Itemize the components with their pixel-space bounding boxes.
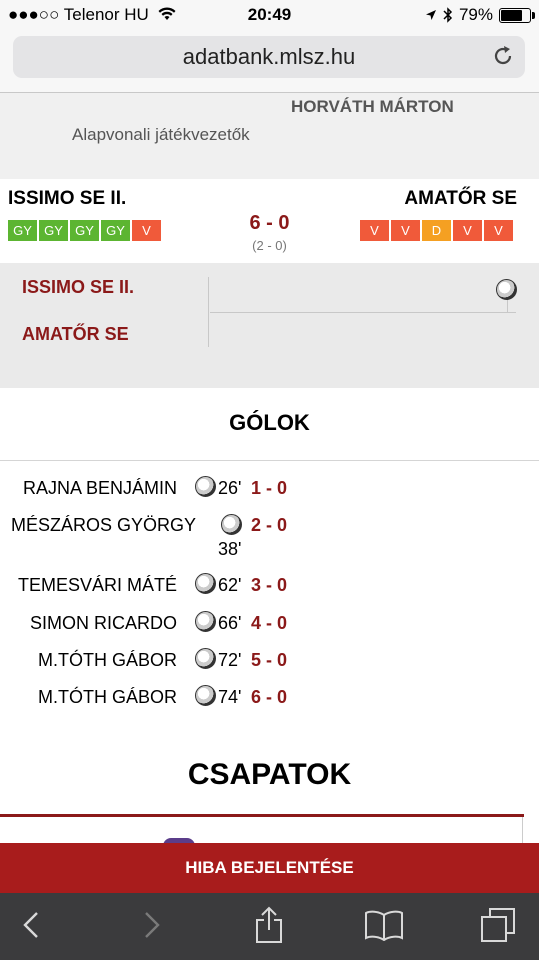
goal-minute: 66' [218,613,242,633]
battery-fill [501,9,522,21]
goal-score: 4 - 0 [251,613,288,633]
goal-scorer[interactable]: RAJNA BENJÁMIN [23,478,177,499]
match-timeline: ISSIMO SE II. AMATŐR SE [0,263,539,388]
browser-address-area: adatbank.mlsz.hu [0,30,539,93]
goal-ball-icon [195,611,216,632]
bluetooth-icon [443,7,453,23]
referee-panel: HORVÁTH MÁRTON Alapvonali játékvezetők [0,93,539,179]
final-score: 6 - 0 [249,212,290,234]
status-right: 79% [425,5,535,25]
goals-title: GÓLOK [229,410,310,435]
goal-scorer[interactable]: MÉSZÁROS GYÖRGY [11,515,196,536]
goal-minute: 72' [218,650,242,670]
goal-ball-icon [195,648,216,669]
battery-percent: 79% [458,5,493,24]
goal-ball-icon [195,685,216,706]
chevron-right-icon [145,912,160,938]
teams-divider [0,814,524,817]
goal-scorer[interactable]: TEMESVÁRI MÁTÉ [18,575,177,596]
goal-ball-icon [496,279,517,300]
goal-scorer[interactable]: M.TÓTH GÁBOR [38,650,177,671]
location-arrow-icon [425,10,436,20]
forward-button[interactable] [130,903,174,947]
tabs-button[interactable] [476,903,520,947]
goal-score: 1 - 0 [251,478,288,498]
goal-ball-icon [221,514,242,535]
chevron-left-icon [23,912,38,938]
reload-icon[interactable] [491,44,515,68]
timeline-axis [210,312,516,313]
browser-toolbar [0,893,539,960]
teams-title: CSAPATOK [187,758,352,791]
share-icon [256,906,282,943]
status-bar: ●●●○○ Telenor HU 20:49 79% [0,0,539,30]
goal-minute: 62' [218,575,242,595]
goal-ball-icon [195,573,216,594]
goal-tick [507,300,508,312]
goal-score: 5 - 0 [251,650,288,670]
share-button[interactable] [247,903,291,947]
timeline-divider [208,277,209,347]
tabs-icon [481,908,515,942]
goal-minute: 26' [218,478,242,498]
url-text[interactable]: adatbank.mlsz.hu [13,44,525,70]
timeline-home-team: ISSIMO SE II. [22,277,135,297]
goal-scorer[interactable]: M.TÓTH GÁBOR [38,687,177,708]
goal-minute: 38' [218,539,242,559]
away-team-name[interactable]: AMATŐR SE [404,188,517,210]
battery-icon [499,7,535,23]
home-team-name[interactable]: ISSIMO SE II. [8,188,126,210]
goal-score: 6 - 0 [251,687,288,707]
book-icon [365,910,403,941]
report-error-button[interactable]: HIBA BEJELENTÉSE [0,843,539,893]
timeline-away-team: AMATŐR SE [22,324,129,344]
bookmarks-button[interactable] [362,903,406,947]
goals-divider [0,460,539,461]
goal-scorer[interactable]: SIMON RICARDO [30,613,177,634]
halftime-score: (2 - 0) [252,238,287,253]
address-bar[interactable]: adatbank.mlsz.hu [13,36,525,78]
goal-row: SIMON RICARDO 66' 4 - 0 [0,610,539,636]
goal-score: 3 - 0 [251,575,288,595]
goal-row: M.TÓTH GÁBOR 74' 6 - 0 [0,684,539,710]
back-button[interactable] [9,903,53,947]
goal-ball-icon [195,476,216,497]
goal-row: TEMESVÁRI MÁTÉ 62' 3 - 0 [0,572,539,598]
goal-row: M.TÓTH GÁBOR 72' 5 - 0 [0,647,539,673]
goal-minute: 74' [218,687,242,707]
goal-score: 2 - 0 [251,515,288,535]
goal-row: MÉSZÁROS GYÖRGY 38' 2 - 0 [0,512,539,562]
referee-role: Alapvonali játékvezetők [72,125,250,144]
goal-row: RAJNA BENJÁMIN 26' 1 - 0 [0,475,539,501]
referee-name: HORVÁTH MÁRTON [291,97,454,116]
